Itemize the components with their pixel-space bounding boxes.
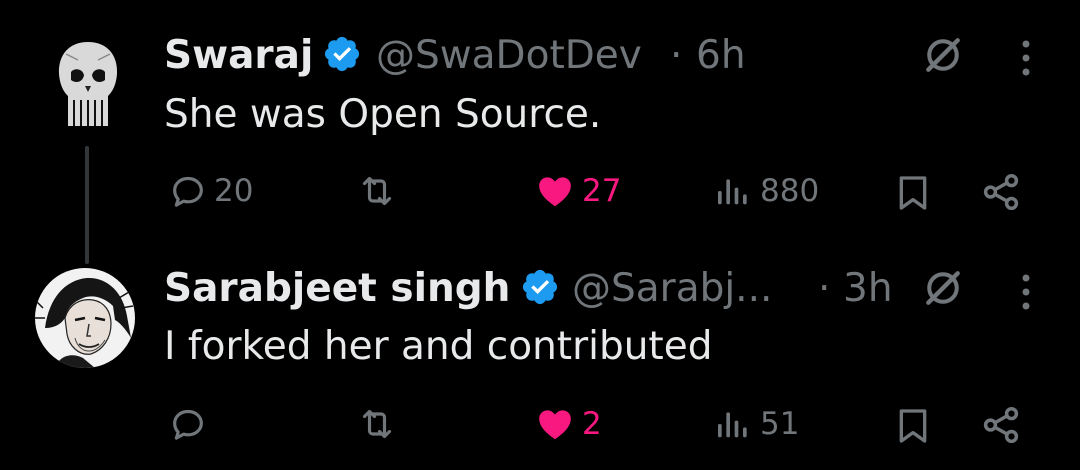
views-count: 880 [760,172,820,209]
avatar[interactable] [38,30,138,130]
like-count: 2 [582,405,602,442]
avatar[interactable] [35,268,135,368]
verified-icon[interactable] [322,34,362,74]
tweet-text: She was Open Source. [164,92,602,137]
share-icon[interactable] [980,404,1022,446]
views-button[interactable]: 51 [712,404,799,444]
author-handle[interactable]: @Sarabj... [572,269,772,308]
sketch-portrait-avatar [35,268,135,368]
punisher-skull-avatar [38,30,138,130]
retweet-button[interactable] [356,171,404,211]
bookmark-icon[interactable] [893,171,933,215]
author-name[interactable]: Swaraj [164,36,313,75]
more-icon[interactable] [1020,38,1032,78]
bookmark-icon[interactable] [893,404,933,448]
reply-button[interactable]: 20 [168,171,253,211]
views-count: 51 [760,405,800,442]
like-icon [539,177,571,207]
reply-icon [173,409,203,440]
like-icon [539,410,571,440]
separator-dot: · [818,266,831,311]
views-button[interactable]: 880 [712,171,819,211]
like-button[interactable]: 27 [534,171,621,211]
separator-dot: · [670,33,683,78]
timestamp[interactable]: 3h [843,269,893,308]
like-count: 27 [582,172,622,209]
tweet-text: I forked her and contributed [164,324,713,369]
grok-icon[interactable] [921,266,965,310]
retweet-icon [362,409,392,439]
thread-line [85,146,89,264]
retweet-icon [362,176,392,206]
reply-count: 20 [214,172,254,209]
reply-icon [173,176,203,207]
more-icon[interactable] [1020,272,1032,312]
timestamp[interactable]: 6h [696,36,746,75]
verified-icon[interactable] [520,267,560,307]
share-icon[interactable] [980,171,1022,213]
author-handle[interactable]: @SwaDotDev [376,36,642,75]
views-icon [718,179,747,205]
like-button[interactable]: 2 [534,404,602,444]
author-name[interactable]: Sarabjeet singh [164,269,510,308]
retweet-button[interactable] [356,404,404,444]
grok-icon[interactable] [921,33,965,77]
views-icon [718,412,747,438]
reply-button[interactable] [168,404,214,444]
